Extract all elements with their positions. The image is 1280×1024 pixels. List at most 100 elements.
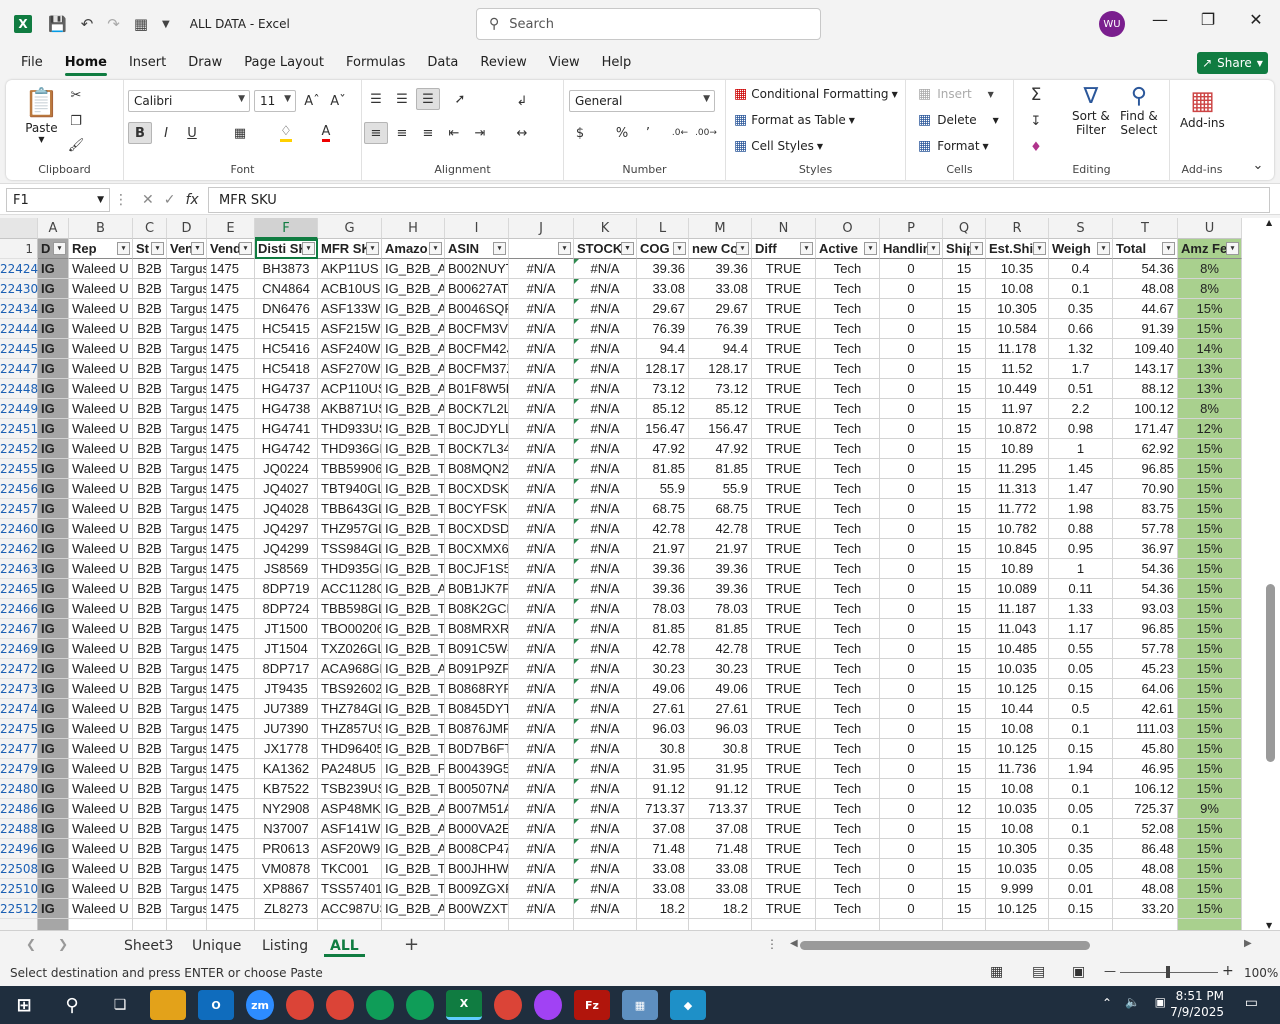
table-cell[interactable]: IG_B2B_TS bbox=[382, 779, 445, 799]
table-cell[interactable]: IG_B2B_A bbox=[382, 399, 445, 419]
table-cell[interactable]: 128.17 bbox=[637, 359, 689, 379]
table-cell[interactable]: 1.47 bbox=[1049, 479, 1113, 499]
table-cell[interactable]: PA248U5 bbox=[318, 759, 382, 779]
table-cell[interactable]: #N/A bbox=[574, 619, 637, 639]
table-cell[interactable]: 0.55 bbox=[1049, 639, 1113, 659]
table-cell[interactable]: 1475 bbox=[207, 459, 255, 479]
table-cell[interactable]: TRUE bbox=[752, 759, 816, 779]
table-cell[interactable]: 36.97 bbox=[1113, 539, 1178, 559]
table-cell[interactable]: 1475 bbox=[207, 799, 255, 819]
font-color-icon[interactable]: A bbox=[314, 122, 338, 144]
table-cell[interactable]: IG_B2B_TE bbox=[382, 459, 445, 479]
tab-formulas[interactable]: Formulas bbox=[335, 48, 416, 78]
table-cell[interactable]: IG bbox=[38, 659, 69, 679]
table-cell[interactable]: THZ957GL bbox=[318, 519, 382, 539]
table-cell[interactable]: IG_B2B_TH bbox=[382, 699, 445, 719]
row-header[interactable]: 22448 bbox=[0, 379, 38, 399]
table-cell[interactable]: Targus bbox=[167, 819, 207, 839]
table-cell[interactable]: Waleed U bbox=[69, 839, 133, 859]
column-header-g[interactable]: G bbox=[318, 218, 382, 239]
table-cell[interactable]: 15% bbox=[1178, 459, 1242, 479]
table-cell[interactable]: Targus bbox=[167, 679, 207, 699]
table-cell[interactable]: 15 bbox=[943, 879, 986, 899]
table-cell[interactable]: 15 bbox=[943, 839, 986, 859]
table-cell[interactable]: ACB10US1 bbox=[318, 279, 382, 299]
table-cell[interactable]: 1475 bbox=[207, 339, 255, 359]
table-cell[interactable]: 1475 bbox=[207, 639, 255, 659]
table-cell[interactable] bbox=[1178, 919, 1242, 930]
table-cell[interactable]: 29.67 bbox=[637, 299, 689, 319]
table-cell[interactable]: TRUE bbox=[752, 499, 816, 519]
table-cell[interactable]: IG bbox=[38, 679, 69, 699]
table-cell[interactable]: 42.78 bbox=[637, 639, 689, 659]
table-cell[interactable]: 42.61 bbox=[1113, 699, 1178, 719]
table-cell[interactable]: TRUE bbox=[752, 859, 816, 879]
table-cell[interactable]: 1475 bbox=[207, 419, 255, 439]
table-cell[interactable]: 15 bbox=[943, 379, 986, 399]
row-header[interactable]: 22465 bbox=[0, 579, 38, 599]
tab-page-layout[interactable]: Page Layout bbox=[233, 48, 335, 78]
table-cell[interactable]: 1.98 bbox=[1049, 499, 1113, 519]
table-cell[interactable]: Waleed U bbox=[69, 679, 133, 699]
table-cell[interactable]: 14% bbox=[1178, 339, 1242, 359]
table-cell[interactable]: TRUE bbox=[752, 419, 816, 439]
table-cell[interactable]: 27.61 bbox=[637, 699, 689, 719]
table-cell[interactable]: 15 bbox=[943, 539, 986, 559]
table-cell[interactable]: 0 bbox=[880, 799, 943, 819]
table-cell[interactable]: 73.12 bbox=[637, 379, 689, 399]
enter-icon[interactable]: ✓ bbox=[164, 192, 176, 208]
table-cell[interactable]: 12% bbox=[1178, 419, 1242, 439]
table-cell[interactable]: 1475 bbox=[207, 739, 255, 759]
row-header[interactable]: 22512 bbox=[0, 899, 38, 919]
table-cell[interactable]: TRUE bbox=[752, 339, 816, 359]
table-cell[interactable]: KB7522 bbox=[255, 779, 318, 799]
table-cell[interactable]: Waleed U bbox=[69, 819, 133, 839]
table-cell[interactable]: 76.39 bbox=[689, 319, 752, 339]
sheet-tab-listing[interactable]: Listing bbox=[250, 931, 320, 961]
table-cell[interactable]: B000VA2E bbox=[445, 819, 509, 839]
table-cell[interactable]: 15% bbox=[1178, 559, 1242, 579]
table-cell[interactable]: ASF215W9 bbox=[318, 319, 382, 339]
table-cell[interactable]: 15 bbox=[943, 419, 986, 439]
table-cell[interactable]: 15 bbox=[943, 399, 986, 419]
table-cell[interactable]: B2B bbox=[133, 699, 167, 719]
table-cell[interactable]: 0 bbox=[880, 599, 943, 619]
table-cell[interactable]: Tech bbox=[816, 899, 880, 919]
filter-dropdown-icon[interactable]: ▾ bbox=[1097, 242, 1110, 255]
table-cell[interactable]: #N/A bbox=[574, 439, 637, 459]
table-cell[interactable]: 54.36 bbox=[1113, 559, 1178, 579]
table-cell[interactable]: #N/A bbox=[574, 559, 637, 579]
sheet-tab-all[interactable]: ALL bbox=[318, 931, 371, 961]
table-cell[interactable]: TRUE bbox=[752, 479, 816, 499]
table-cell[interactable]: Targus bbox=[167, 419, 207, 439]
table-cell[interactable]: 81.85 bbox=[689, 459, 752, 479]
table-cell[interactable]: 88.12 bbox=[1113, 379, 1178, 399]
table-cell[interactable]: 78.03 bbox=[637, 599, 689, 619]
table-cell[interactable]: 0.15 bbox=[1049, 679, 1113, 699]
table-cell[interactable]: IG_B2B_TH bbox=[382, 439, 445, 459]
table-cell[interactable]: TRUE bbox=[752, 459, 816, 479]
table-cell[interactable]: B2B bbox=[133, 859, 167, 879]
table-cell[interactable]: 0 bbox=[880, 879, 943, 899]
prev-sheet-icon[interactable]: ❮ bbox=[26, 937, 36, 951]
table-cell[interactable]: B0CXMX6V bbox=[445, 539, 509, 559]
table-cell[interactable]: IG_B2B_A bbox=[382, 379, 445, 399]
table-cell[interactable]: 10.08 bbox=[986, 779, 1049, 799]
table-header-cell[interactable]: Rep ▾ bbox=[69, 239, 133, 259]
table-cell[interactable] bbox=[689, 919, 752, 930]
table-cell[interactable]: B2B bbox=[133, 379, 167, 399]
column-header-i[interactable]: I bbox=[445, 218, 509, 239]
table-cell[interactable] bbox=[816, 919, 880, 930]
table-cell[interactable]: 0.88 bbox=[1049, 519, 1113, 539]
table-cell[interactable]: 1 bbox=[1049, 559, 1113, 579]
table-cell[interactable]: HC5418 bbox=[255, 359, 318, 379]
table-cell[interactable]: 21.97 bbox=[637, 539, 689, 559]
zoom-out-icon[interactable]: — bbox=[1104, 964, 1116, 978]
table-cell[interactable]: 0.15 bbox=[1049, 739, 1113, 759]
table-cell[interactable]: 109.40 bbox=[1113, 339, 1178, 359]
table-cell[interactable]: THZ857US bbox=[318, 719, 382, 739]
table-cell[interactable]: HC5415 bbox=[255, 319, 318, 339]
column-header-f[interactable]: F bbox=[255, 218, 318, 239]
table-cell[interactable]: Waleed U bbox=[69, 899, 133, 919]
table-cell[interactable]: B0D7B6FT bbox=[445, 739, 509, 759]
